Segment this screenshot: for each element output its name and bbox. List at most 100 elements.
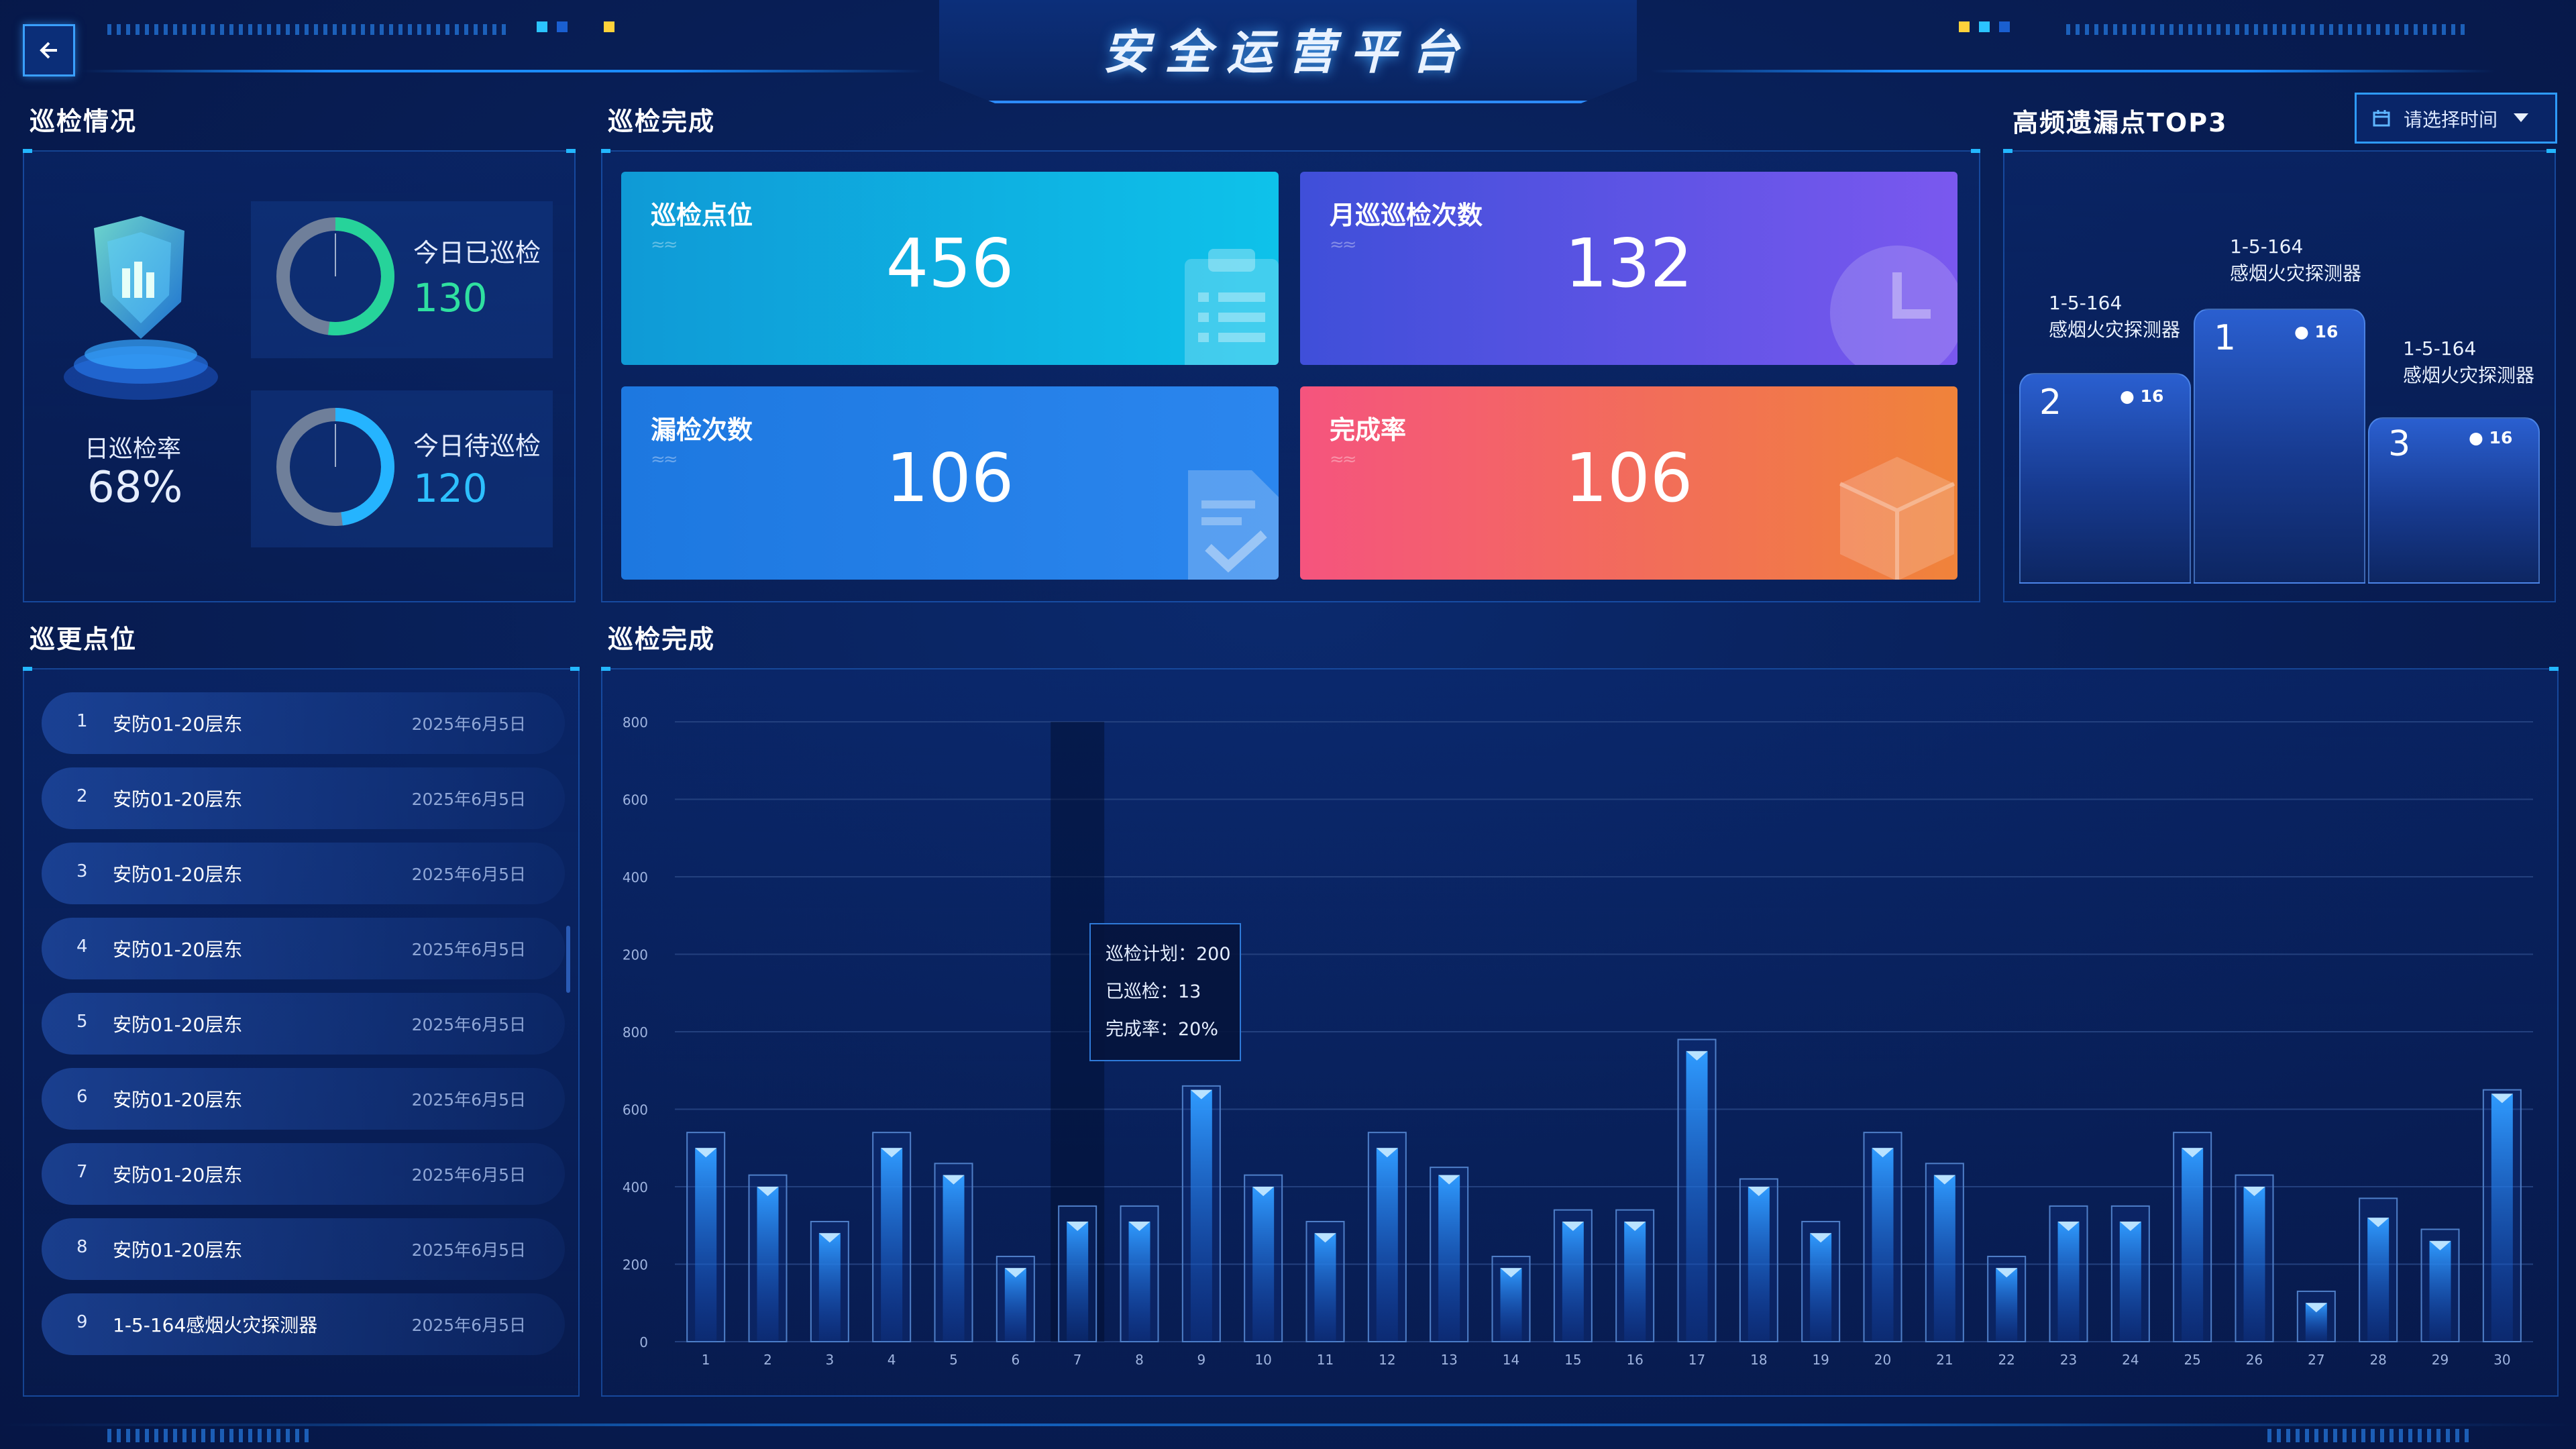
podium-badge: ● 16 [2294, 322, 2338, 341]
podium-badge: ● 16 [2469, 428, 2512, 447]
list-item-index: 2 [76, 786, 88, 806]
chart-tooltip: 巡检计划：200 已巡检：13 完成率：20% [1089, 923, 1241, 1061]
bar[interactable] [1252, 1187, 1275, 1342]
bar[interactable] [2429, 1240, 2451, 1342]
list-item-name: 安防01-20层东 [113, 1239, 243, 1261]
bar[interactable] [1996, 1268, 2018, 1342]
header-square [557, 21, 568, 32]
bar[interactable] [2057, 1221, 2080, 1342]
list-item-date: 2025年6月5日 [411, 865, 526, 884]
x-tick-label: 12 [1379, 1352, 1395, 1368]
bar[interactable] [1067, 1221, 1089, 1342]
list-item[interactable]: 4 安防01-20层东 2025年6月5日 [42, 918, 565, 979]
bar[interactable] [1686, 1051, 1708, 1342]
list-item[interactable]: 1 安防01-20层东 2025年6月5日 [42, 692, 565, 754]
x-tick-label: 17 [1688, 1352, 1705, 1368]
list-item-name: 安防01-20层东 [113, 1089, 243, 1111]
list-item[interactable]: 9 1-5-164感烟火灾探测器 2025年6月5日 [42, 1293, 565, 1355]
today-done-label: 今日已巡检 [413, 238, 541, 268]
x-tick-label: 29 [2432, 1352, 2449, 1368]
today-done-value: 130 [413, 275, 488, 321]
bar[interactable] [1004, 1268, 1026, 1342]
section-title-patrol-complete: 巡检完成 [608, 107, 716, 136]
y-tick-label: 800 [623, 714, 648, 731]
bar[interactable] [1562, 1221, 1584, 1342]
x-tick-label: 4 [888, 1352, 896, 1368]
alert-icon: ● [2469, 428, 2483, 447]
bar[interactable] [1190, 1089, 1212, 1342]
bar[interactable] [695, 1148, 717, 1342]
podium-rank-number: 3 [2388, 424, 2411, 464]
list-scrollbar[interactable] [566, 926, 570, 993]
bar[interactable] [2243, 1187, 2265, 1342]
y-tick-label: 400 [623, 1179, 648, 1195]
x-tick-label: 8 [1135, 1352, 1144, 1368]
y-tick-label: 600 [623, 792, 648, 808]
bar[interactable] [1872, 1148, 1894, 1342]
list-item-date: 2025年6月5日 [411, 790, 526, 809]
header-square [1999, 21, 2010, 32]
bar[interactable] [2491, 1093, 2513, 1342]
x-tick-label: 26 [2246, 1352, 2263, 1368]
footer-deco-right [2267, 1429, 2469, 1442]
bar[interactable] [1933, 1175, 1955, 1342]
today-pending-value: 120 [413, 466, 488, 511]
bar[interactable] [1128, 1221, 1150, 1342]
header-square [1959, 21, 1970, 32]
section-title-chart: 巡检完成 [608, 625, 716, 654]
bar[interactable] [943, 1175, 965, 1342]
bar[interactable] [1810, 1233, 1832, 1342]
stat-card-points: 巡检点位 ≈≈ 456 [621, 172, 1279, 365]
podium-rank-number: 1 [2214, 318, 2237, 358]
list-item-name: 安防01-20层东 [113, 938, 243, 961]
list-item[interactable]: 5 安防01-20层东 2025年6月5日 [42, 993, 565, 1055]
bar[interactable] [757, 1187, 779, 1342]
list-item-date: 2025年6月5日 [411, 714, 526, 734]
bar[interactable] [1376, 1148, 1398, 1342]
podium-code: 1-5-164 [2049, 292, 2123, 314]
today-pending-label: 今日待巡检 [413, 431, 541, 461]
x-tick-label: 23 [2060, 1352, 2077, 1368]
list-item-index: 3 [76, 861, 88, 881]
date-select[interactable]: 请选择时间 [2355, 93, 2557, 144]
list-item-name: 安防01-20层东 [113, 1164, 243, 1186]
x-tick-label: 1 [702, 1352, 710, 1368]
bar[interactable] [2367, 1218, 2390, 1342]
back-button[interactable] [23, 24, 75, 76]
x-tick-label: 19 [1812, 1352, 1829, 1368]
list-item-date: 2025年6月5日 [411, 940, 526, 959]
list-item-index: 1 [76, 711, 88, 731]
list-item[interactable]: 6 安防01-20层东 2025年6月5日 [42, 1068, 565, 1130]
list-item[interactable]: 3 安防01-20层东 2025年6月5日 [42, 843, 565, 904]
bar[interactable] [818, 1233, 841, 1342]
list-item[interactable]: 8 安防01-20层东 2025年6月5日 [42, 1218, 565, 1280]
bar[interactable] [1748, 1187, 1770, 1342]
y-tick-label: 800 [623, 1024, 648, 1040]
stat-card-rate: 完成率 ≈≈ 106 [1300, 386, 1957, 580]
bar[interactable] [2182, 1148, 2204, 1342]
x-tick-label: 9 [1197, 1352, 1205, 1368]
list-item-name: 安防01-20层东 [113, 713, 243, 735]
today-done-donut [276, 217, 394, 335]
bar[interactable] [1624, 1221, 1646, 1342]
podium-name: 感烟火灾探测器 [2403, 364, 2535, 386]
bar[interactable] [1438, 1175, 1460, 1342]
list-item[interactable]: 2 安防01-20层东 2025年6月5日 [42, 767, 565, 829]
y-tick-label: 600 [623, 1102, 648, 1118]
y-tick-label: 0 [639, 1334, 648, 1350]
bar[interactable] [881, 1148, 903, 1342]
alert-icon: ● [2120, 386, 2135, 406]
bar[interactable] [1314, 1233, 1336, 1342]
x-tick-label: 15 [1564, 1352, 1581, 1368]
x-tick-label: 10 [1254, 1352, 1271, 1368]
bar[interactable] [2119, 1221, 2141, 1342]
list-item-index: 6 [76, 1087, 88, 1107]
list-item[interactable]: 7 安防01-20层东 2025年6月5日 [42, 1143, 565, 1205]
bar[interactable] [1500, 1268, 1522, 1342]
shield-icon [60, 201, 221, 416]
stat-value: 106 [885, 439, 1014, 517]
footer-divider [0, 1424, 2576, 1426]
x-tick-label: 28 [2369, 1352, 2386, 1368]
x-tick-label: 21 [1936, 1352, 1953, 1368]
x-tick-label: 25 [2184, 1352, 2200, 1368]
